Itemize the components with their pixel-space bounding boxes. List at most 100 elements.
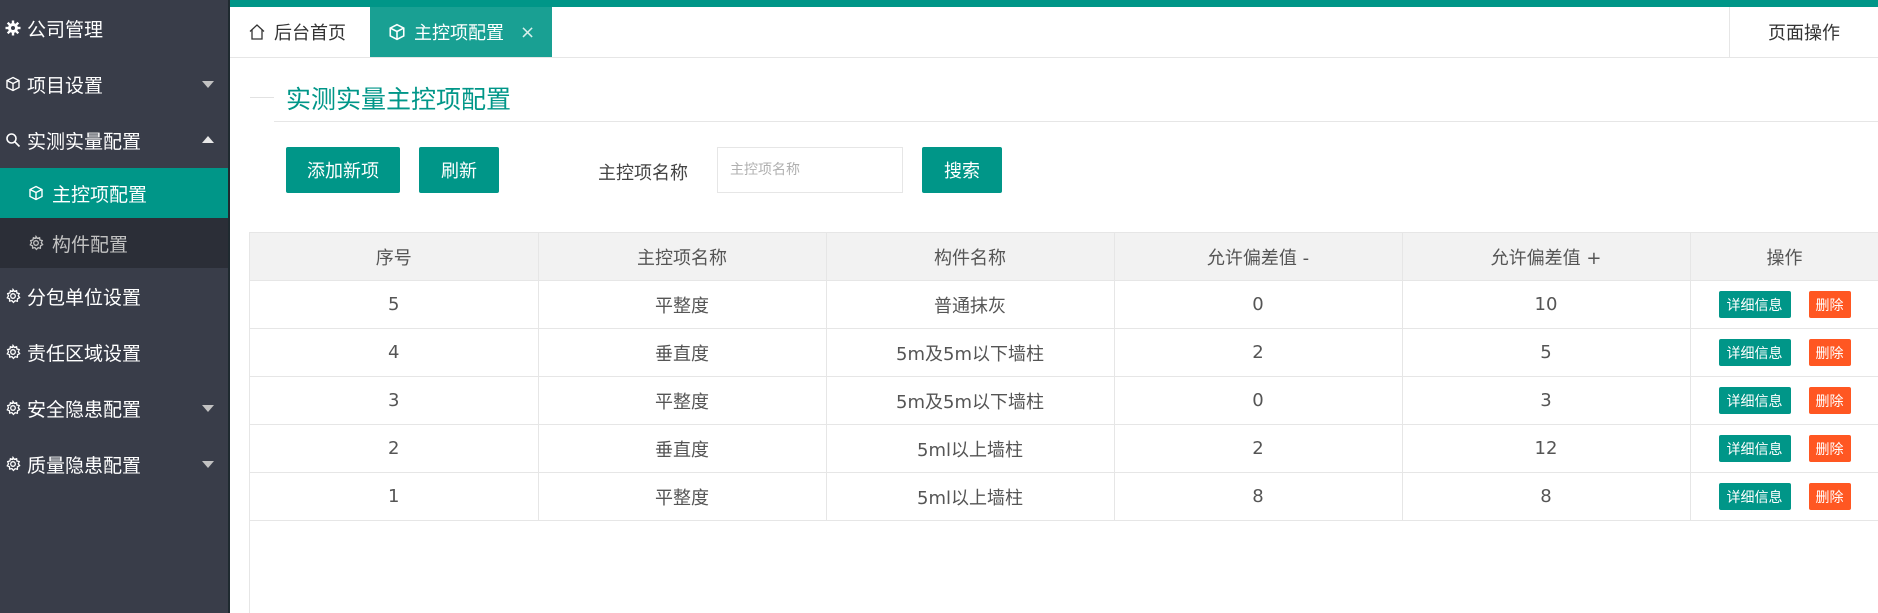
chevron-up-icon — [202, 136, 214, 143]
detail-button[interactable]: 详细信息 — [1718, 339, 1791, 366]
cube-icon — [5, 76, 21, 92]
search-label: 主控项名称 — [598, 163, 688, 184]
table-cell: 垂直度 — [537, 328, 827, 377]
search-input[interactable] — [717, 147, 903, 193]
sidebar-item-subcontractor[interactable]: 分包单位设置 — [0, 268, 228, 324]
delete-button[interactable]: 删除 — [1808, 483, 1851, 510]
table-cell: 5m及5m以下墙柱 — [825, 376, 1115, 425]
detail-button[interactable]: 详细信息 — [1718, 387, 1791, 414]
table-row: 2 垂直度 5ml以上墙柱 2 12 详细信息 删除 — [250, 424, 1878, 473]
column-header: 允许偏差值 + — [1401, 232, 1691, 281]
tab-home[interactable]: 后台首页 — [248, 7, 346, 57]
column-header: 操作 — [1689, 232, 1878, 281]
table-cell: 平整度 — [537, 472, 827, 521]
table-cell: 0 — [1113, 376, 1403, 425]
delete-button[interactable]: 删除 — [1808, 339, 1851, 366]
page-title: 实测实量主控项配置 — [286, 85, 512, 114]
cube-icon — [28, 185, 44, 201]
search-button[interactable]: 搜索 — [922, 147, 1002, 193]
sidebar-item-project[interactable]: 项目设置 — [0, 56, 228, 112]
sidebar-item-quality[interactable]: 质量隐患配置 — [0, 436, 228, 492]
top-accent-line — [230, 0, 1878, 7]
search-icon — [5, 132, 21, 148]
row-actions: 详细信息 删除 — [1689, 280, 1878, 329]
chevron-down-icon — [202, 81, 214, 88]
table-header-row: 序号 主控项名称 构件名称 允许偏差值 - 允许偏差值 + 操作 — [250, 232, 1878, 281]
table-cell: 1 — [250, 472, 539, 521]
detail-button[interactable]: 详细信息 — [1718, 483, 1791, 510]
delete-button[interactable]: 删除 — [1808, 387, 1851, 414]
row-actions: 详细信息 删除 — [1689, 424, 1878, 473]
table-row: 5 平整度 普通抹灰 0 10 详细信息 删除 — [250, 280, 1878, 329]
gear-icon — [5, 288, 21, 304]
table-cell: 8 — [1401, 472, 1691, 521]
table-cell: 2 — [1113, 424, 1403, 473]
sidebar-subitem-label: 构件配置 — [52, 233, 129, 256]
sidebar-item-label: 责任区域设置 — [27, 342, 142, 365]
table-cell: 5ml以上墙柱 — [825, 472, 1115, 521]
table-cell: 普通抹灰 — [825, 280, 1115, 329]
sidebar-item-responsibility[interactable]: 责任区域设置 — [0, 324, 228, 380]
sidebar-item-safety[interactable]: 安全隐患配置 — [0, 380, 228, 436]
table-row: 4 垂直度 5m及5m以下墙柱 2 5 详细信息 删除 — [250, 328, 1878, 377]
row-actions: 详细信息 删除 — [1689, 328, 1878, 377]
home-icon — [248, 23, 266, 41]
close-icon[interactable]: × — [520, 22, 535, 43]
column-header: 主控项名称 — [537, 232, 827, 281]
table-cell: 3 — [250, 376, 539, 425]
detail-button[interactable]: 详细信息 — [1718, 435, 1791, 462]
sidebar-item-label: 项目设置 — [27, 74, 104, 97]
table-cell: 平整度 — [537, 280, 827, 329]
row-actions: 详细信息 删除 — [1689, 376, 1878, 425]
column-header: 构件名称 — [825, 232, 1115, 281]
sidebar-subitem-component[interactable]: 构件配置 — [0, 218, 228, 268]
sidebar-item-label: 安全隐患配置 — [27, 398, 142, 421]
gear-icon — [5, 344, 21, 360]
table-row: 3 平整度 5m及5m以下墙柱 0 3 详细信息 删除 — [250, 376, 1878, 425]
sidebar-subitem-label: 主控项配置 — [52, 183, 148, 206]
tab-bar: 后台首页 主控项配置 × 页面操作 — [230, 7, 1878, 58]
sidebar-item-company[interactable]: 公司管理 — [0, 0, 228, 56]
sidebar-item-label: 公司管理 — [27, 18, 104, 41]
table-cell: 10 — [1401, 280, 1691, 329]
delete-button[interactable]: 删除 — [1808, 291, 1851, 318]
sidebar-item-measure[interactable]: 实测实量配置 — [0, 112, 228, 168]
table-cell: 5 — [1401, 328, 1691, 377]
table-cell: 5m及5m以下墙柱 — [825, 328, 1115, 377]
column-header: 允许偏差值 - — [1113, 232, 1403, 281]
table-cell: 3 — [1401, 376, 1691, 425]
data-table: 序号 主控项名称 构件名称 允许偏差值 - 允许偏差值 + 操作 5 平整度 普… — [249, 232, 1878, 613]
table-cell: 5ml以上墙柱 — [825, 424, 1115, 473]
title-divider — [274, 121, 1878, 122]
tab-label: 后台首页 — [274, 23, 346, 44]
tab-label: 主控项配置 — [414, 23, 504, 44]
title-divider — [250, 97, 274, 98]
table-cell: 8 — [1113, 472, 1403, 521]
add-item-button[interactable]: 添加新项 — [286, 147, 400, 193]
table-cell: 12 — [1401, 424, 1691, 473]
table-cell: 平整度 — [537, 376, 827, 425]
column-header: 序号 — [250, 232, 539, 281]
sidebar-item-label: 分包单位设置 — [27, 286, 142, 309]
row-actions: 详细信息 删除 — [1689, 472, 1878, 521]
table-cell: 垂直度 — [537, 424, 827, 473]
table-cell: 2 — [1113, 328, 1403, 377]
sidebar-subitem-main-control[interactable]: 主控项配置 — [0, 168, 228, 218]
detail-button[interactable]: 详细信息 — [1718, 291, 1791, 318]
table-cell: 2 — [250, 424, 539, 473]
sidebar-item-label: 质量隐患配置 — [27, 454, 142, 477]
gear-icon — [5, 400, 21, 416]
gear-icon — [5, 20, 21, 36]
delete-button[interactable]: 删除 — [1808, 435, 1851, 462]
table-cell: 5 — [250, 280, 539, 329]
refresh-button[interactable]: 刷新 — [419, 147, 499, 193]
sidebar: 公司管理 项目设置 实测实量配置 主控项配置 构件配置 分包单位设置 责任区域设… — [0, 0, 230, 613]
chevron-down-icon — [202, 461, 214, 468]
gear-icon — [5, 456, 21, 472]
tab-main-control[interactable]: 主控项配置 × — [370, 7, 552, 57]
chevron-down-icon — [202, 405, 214, 412]
table-cell: 4 — [250, 328, 539, 377]
page-operations-button[interactable]: 页面操作 — [1729, 7, 1878, 57]
sidebar-item-label: 实测实量配置 — [27, 130, 142, 153]
table-row: 1 平整度 5ml以上墙柱 8 8 详细信息 删除 — [250, 472, 1878, 521]
